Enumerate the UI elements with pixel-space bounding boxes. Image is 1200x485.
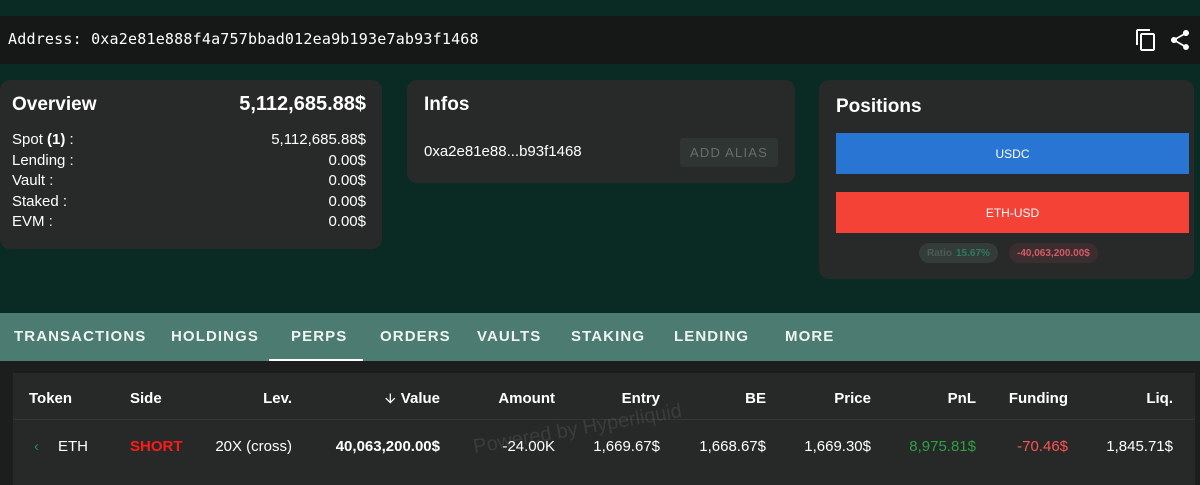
overview-row-evm: EVM : 0.00$ (12, 212, 366, 233)
positions-card: Positions (819, 80, 1194, 279)
copy-icon[interactable] (1134, 28, 1158, 52)
header-funding[interactable]: Funding (1009, 390, 1068, 407)
cell-be: 1,668.67$ (699, 438, 766, 455)
header-price[interactable]: Price (834, 390, 871, 407)
overview-row-value: 0.00$ (328, 172, 366, 190)
header-token[interactable]: Token (29, 390, 72, 407)
position-bar-label: USDC (995, 146, 1030, 161)
header-lev[interactable]: Lev. (263, 390, 292, 407)
overview-row-staked: Staked : 0.00$ (12, 192, 366, 213)
address-bar: Address: 0xa2e81e888f4a757bbad012ea9b193… (0, 16, 1200, 64)
tab-orders[interactable]: ORDERS (380, 313, 451, 361)
tab-vaults[interactable]: VAULTS (477, 313, 541, 361)
address-actions (1134, 28, 1192, 52)
positions-title: Positions (836, 96, 922, 117)
tab-more[interactable]: MORE (785, 313, 834, 361)
header-value-label: Value (400, 390, 440, 407)
overview-title: Overview (12, 94, 97, 115)
cell-value: 40,063,200.00$ (335, 438, 440, 455)
header-amount[interactable]: Amount (498, 390, 555, 407)
cell-price: 1,669.30$ (804, 438, 871, 455)
overview-row-label: Staked : (12, 192, 68, 210)
arrow-down-icon (385, 393, 396, 404)
overview-row-label: Lending : (12, 151, 74, 169)
position-bar-label: ETH-USD (985, 205, 1040, 220)
overview-rows: Spot (1) : 5,112,685.88$ Lending : 0.00$… (12, 130, 366, 233)
header-side[interactable]: Side (130, 390, 162, 407)
expand-chevron-icon[interactable]: ‹ (34, 438, 39, 455)
overview-row-value: 5,112,685.88$ (271, 131, 366, 148)
cell-pnl: 8,975.81$ (909, 438, 976, 455)
overview-row-value: 0.00$ (328, 151, 366, 169)
overview-row-value: 0.00$ (328, 213, 366, 231)
net-value-badge: -40,063,200.00$ (1009, 243, 1098, 263)
ratio-label: Ratio (927, 247, 952, 259)
overview-total: 5,112,685.88$ (239, 93, 366, 115)
tab-bar: TRANSACTIONS HOLDINGS PERPS ORDERS VAULT… (0, 313, 1200, 361)
infos-title: Infos (424, 94, 470, 115)
position-bar-eth-usd[interactable]: ETH-USD (836, 192, 1189, 233)
cell-token: ETH (58, 438, 88, 455)
infos-short-address: 0xa2e81e88...b93f1468 (424, 143, 582, 160)
tab-transactions[interactable]: TRANSACTIONS (14, 313, 146, 361)
cell-liq: 1,845.71$ (1106, 438, 1173, 455)
overview-row-label: EVM : (12, 213, 53, 231)
overview-row-value: 0.00$ (328, 192, 366, 210)
cell-amount: -24.00K (502, 438, 555, 455)
tab-perps[interactable]: PERPS (291, 313, 347, 361)
ratio-badge: Ratio 15.67% (919, 243, 998, 263)
overview-row-lending: Lending : 0.00$ (12, 151, 366, 172)
tab-staking[interactable]: STAKING (571, 313, 645, 361)
header-pnl[interactable]: PnL (948, 390, 976, 407)
header-be[interactable]: BE (745, 390, 766, 407)
cell-side: SHORT (130, 438, 183, 455)
overview-row-spot: Spot (1) : 5,112,685.88$ (12, 130, 366, 151)
address-text: Address: 0xa2e81e888f4a757bbad012ea9b193… (8, 30, 479, 48)
cell-funding: -70.46$ (1017, 438, 1068, 455)
cell-entry: 1,669.67$ (593, 438, 660, 455)
tab-holdings[interactable]: HOLDINGS (171, 313, 259, 361)
overview-row-label: Spot (1) : (12, 131, 74, 148)
net-value: -40,063,200.00$ (1017, 247, 1090, 259)
cell-lev: 20X (cross) (215, 438, 292, 455)
overview-row-vault: Vault : 0.00$ (12, 171, 366, 192)
add-alias-button[interactable]: ADD ALIAS (680, 138, 778, 167)
share-icon[interactable] (1168, 28, 1192, 52)
overview-row-label: Vault : (12, 172, 54, 190)
overview-card: Overview 5,112,685.88$ Spot (1) : 5,112,… (0, 80, 382, 249)
infos-card: Infos 0xa2e81e88...b93f1468 (407, 80, 795, 183)
tab-lending[interactable]: LENDING (674, 313, 749, 361)
ratio-value: 15.67% (956, 247, 990, 259)
header-liq[interactable]: Liq. (1146, 390, 1173, 407)
header-value[interactable]: Value (383, 390, 440, 407)
position-bar-usdc[interactable]: USDC (836, 133, 1189, 174)
